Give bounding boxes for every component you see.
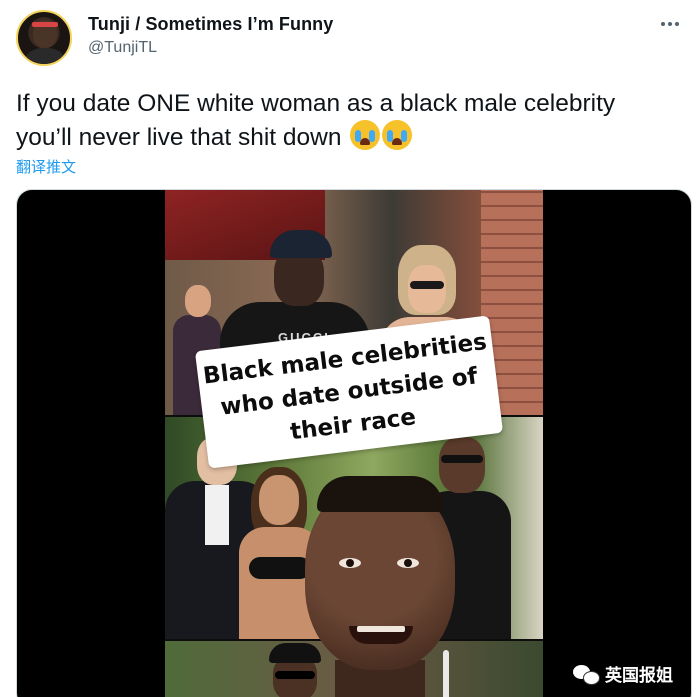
avatar[interactable] <box>16 10 72 66</box>
tweet: Tunji / Sometimes I’m Funny @TunjiTL If … <box>0 0 700 697</box>
watermark-text: 英国报姐 <box>605 666 673 686</box>
tweet-header: Tunji / Sometimes I’m Funny @TunjiTL <box>16 10 684 68</box>
tweet-text: If you date ONE white woman as a black m… <box>16 88 696 154</box>
author-handle[interactable]: @TunjiTL <box>88 39 333 57</box>
wechat-icon <box>573 663 600 685</box>
watermark: 英国报姐 <box>573 661 673 686</box>
author-names: Tunji / Sometimes I’m Funny @TunjiTL <box>88 14 333 57</box>
narrator-selfie <box>305 476 465 697</box>
loudly-crying-face-icon <box>350 120 381 150</box>
author-display-name[interactable]: Tunji / Sometimes I’m Funny <box>88 14 333 35</box>
translate-tweet-link[interactable]: 翻译推文 <box>16 156 76 177</box>
tweet-text-line-1: If you date ONE white woman as a black m… <box>16 90 616 117</box>
tweet-media[interactable]: GUCCI <box>16 189 692 697</box>
video-frame[interactable]: GUCCI <box>165 190 543 697</box>
more-options-icon[interactable] <box>656 14 684 34</box>
loudly-crying-face-icon <box>382 120 413 150</box>
tweet-text-line-2: you’ll never live that shit down <box>16 124 342 151</box>
